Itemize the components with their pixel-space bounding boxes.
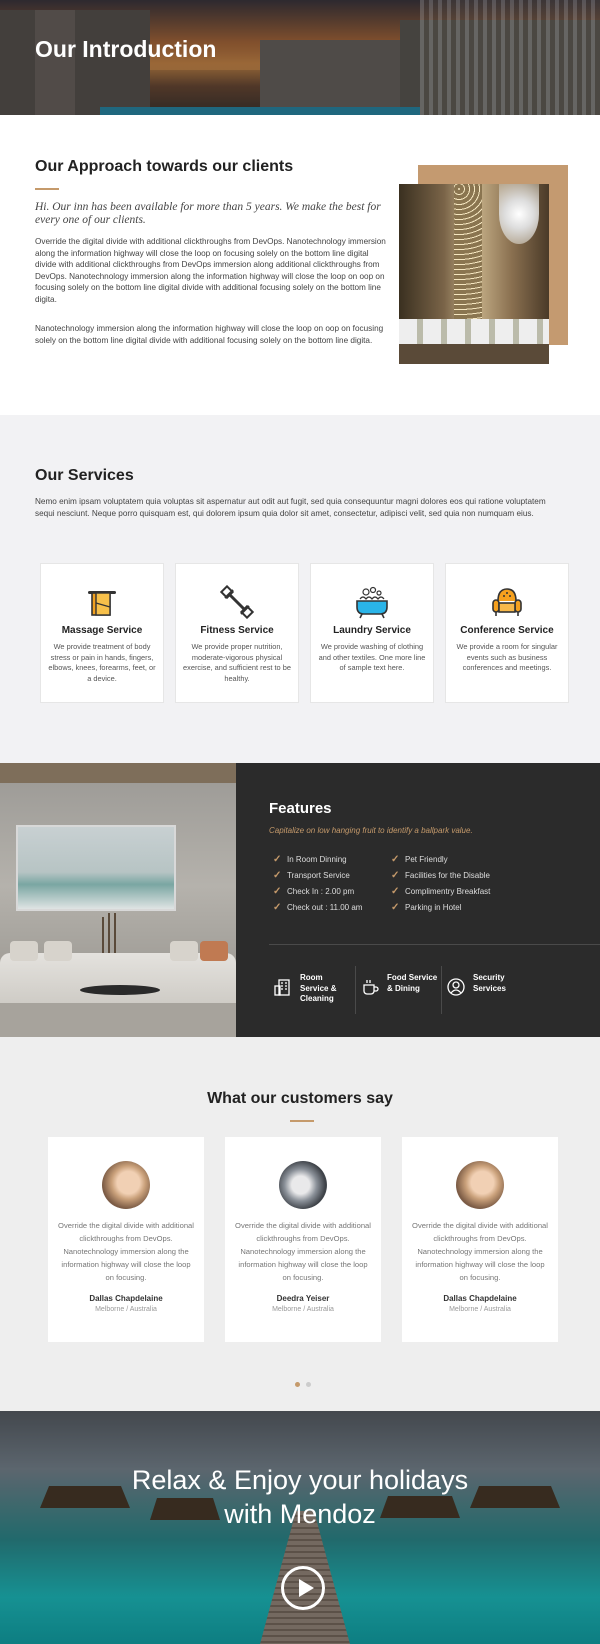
page-title: Our Introduction bbox=[35, 36, 217, 62]
feature-item: ✓ Transport Service bbox=[273, 869, 350, 881]
check-icon: ✓ bbox=[391, 902, 400, 914]
services-title: Our Services bbox=[35, 467, 134, 484]
coffee-table bbox=[80, 985, 160, 995]
service-text: We provide washing of clothing and other… bbox=[318, 642, 426, 672]
amenity-room-service: Room Service & Cleaning bbox=[273, 973, 336, 1005]
feature-item: ✓ In Room Dinning bbox=[273, 853, 347, 865]
living-room-image bbox=[0, 763, 236, 1037]
security-guard-icon bbox=[447, 978, 465, 996]
testimonial-name: Deedra Yeiser bbox=[276, 1294, 330, 1303]
service-card-conference[interactable]: Conference Service We provide a room for… bbox=[445, 563, 569, 703]
carousel-dot-active[interactable] bbox=[295, 1382, 300, 1387]
avatar bbox=[102, 1161, 150, 1209]
service-title: Massage Service bbox=[61, 625, 143, 636]
check-icon: ✓ bbox=[273, 885, 282, 897]
features-section: Features Capitalize on low hanging fruit… bbox=[0, 763, 600, 1037]
feature-item: ✓ Check In : 2.00 pm bbox=[273, 885, 355, 897]
check-icon: ✓ bbox=[273, 869, 282, 881]
avatar bbox=[279, 1161, 327, 1209]
dumbbell-icon bbox=[176, 584, 298, 620]
service-title: Fitness Service bbox=[200, 625, 274, 636]
testimonial-quote: Override the digital divide with additio… bbox=[412, 1221, 548, 1282]
building-icon bbox=[274, 979, 290, 996]
chandelier bbox=[499, 184, 539, 244]
testimonial-name: Dallas Chapdelaine bbox=[443, 1294, 517, 1303]
approach-lead: Hi. Our inn has been available for more … bbox=[35, 201, 381, 226]
feature-item: ✓ Pet Friendly bbox=[391, 853, 448, 865]
lobby-image bbox=[399, 184, 549, 364]
armchair-icon bbox=[446, 584, 568, 620]
towel-icon bbox=[41, 584, 163, 620]
check-icon: ✓ bbox=[391, 885, 400, 897]
testimonial-location: Melborne / Australia bbox=[95, 1306, 157, 1313]
check-icon: ✓ bbox=[391, 869, 400, 881]
service-card-fitness[interactable]: Fitness Service We provide proper nutrit… bbox=[175, 563, 299, 703]
service-title: Laundry Service bbox=[333, 625, 411, 636]
check-icon: ✓ bbox=[273, 902, 282, 914]
title-underline bbox=[290, 1120, 314, 1122]
holiday-banner: Relax & Enjoy your holidays with Mendoz bbox=[0, 1411, 600, 1644]
service-text: We provide a room for singular events su… bbox=[456, 642, 558, 672]
service-text: We provide proper nutrition, moderate-vi… bbox=[183, 642, 291, 683]
play-video-button[interactable] bbox=[281, 1566, 325, 1610]
carousel-dot[interactable] bbox=[306, 1382, 311, 1387]
service-card-laundry[interactable]: Laundry Service We provide washing of cl… bbox=[310, 563, 434, 703]
avatar bbox=[456, 1161, 504, 1209]
testimonial-location: Melborne / Australia bbox=[272, 1306, 334, 1313]
services-section: Our Services Nemo enim ipsam voluptatem … bbox=[0, 415, 600, 763]
carousel-dots bbox=[295, 1382, 311, 1387]
feature-item: ✓ Check out : 11.00 am bbox=[273, 902, 363, 914]
amenity-food-service: Food Service & Dining bbox=[360, 973, 437, 997]
testimonial-name: Dallas Chapdelaine bbox=[89, 1294, 163, 1303]
coffee-cup-icon bbox=[363, 980, 379, 995]
features-list-1: ✓ In Room Dinning ✓ Transport Service ✓ Che… bbox=[273, 851, 362, 916]
testimonial-quote: Override the digital divide with additio… bbox=[58, 1221, 194, 1282]
approach-title: Our Approach towards our clients bbox=[35, 158, 294, 175]
feature-item: ✓ Facilities for the Disable bbox=[391, 869, 490, 881]
testimonial-card: Override the digital divide with additio… bbox=[48, 1137, 204, 1342]
services-description: Nemo enim ipsam voluptatem quia voluptas… bbox=[35, 497, 546, 518]
features-title: Features bbox=[269, 800, 332, 817]
features-list-2: ✓ Pet Friendly ✓ Facilities for the Disabl… bbox=[391, 851, 490, 916]
service-card-massage[interactable]: Massage Service We provide treatment of … bbox=[40, 563, 164, 703]
hero-banner: Our Introduction bbox=[0, 0, 600, 115]
check-icon: ✓ bbox=[273, 853, 282, 865]
service-text: We provide treatment of body stress or p… bbox=[48, 642, 156, 683]
approach-section: Our Approach towards our clients Hi. Our… bbox=[0, 115, 600, 415]
features-panel: Features Capitalize on low hanging fruit… bbox=[236, 763, 600, 1037]
approach-paragraph-2: Nanotechnology immersion along the infor… bbox=[35, 324, 384, 345]
feature-item: ✓ Complimentry Breakfast bbox=[391, 885, 491, 897]
testimonial-card: Override the digital divide with additio… bbox=[402, 1137, 558, 1342]
holiday-headline: Relax & Enjoy your holidays with Mendoz bbox=[131, 1465, 469, 1529]
bathtub-icon bbox=[311, 584, 433, 620]
testimonial-quote: Override the digital divide with additio… bbox=[235, 1221, 371, 1282]
testimonial-card: Override the digital divide with additio… bbox=[225, 1137, 381, 1342]
testimonials-title: What our customers say bbox=[207, 1090, 393, 1107]
testimonials-section: What our customers say Override the digi… bbox=[0, 1037, 600, 1411]
title-underline bbox=[35, 188, 59, 190]
divider bbox=[269, 944, 600, 945]
feature-item: ✓ Parking in Hotel bbox=[391, 902, 462, 914]
check-icon: ✓ bbox=[391, 853, 400, 865]
testimonial-location: Melborne / Australia bbox=[449, 1306, 511, 1313]
approach-paragraph-1: Override the digital divide with additio… bbox=[35, 237, 386, 304]
features-tagline: Capitalize on low hanging fruit to ident… bbox=[269, 826, 473, 835]
wall-painting bbox=[16, 825, 176, 911]
amenity-security: Security Services bbox=[446, 973, 506, 997]
service-title: Conference Service bbox=[460, 625, 554, 636]
